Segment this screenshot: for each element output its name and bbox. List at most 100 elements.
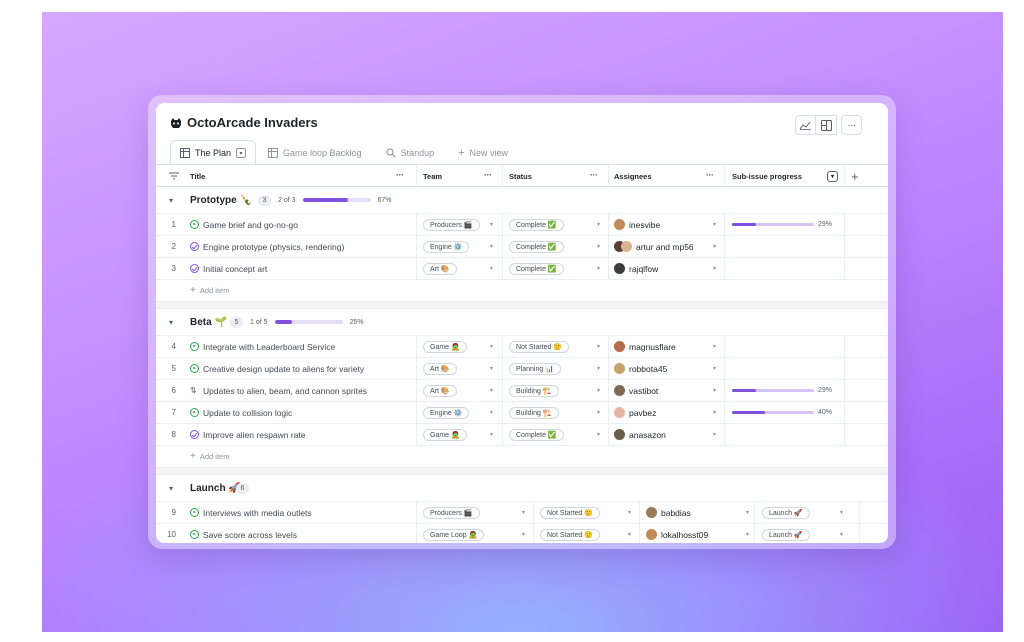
issue-title-cell[interactable]: ⇅ Updates to alien, beam, and cannon spri…: [190, 380, 367, 401]
issue-title[interactable]: Improve alien respawn rate: [203, 430, 306, 440]
team-cell[interactable]: Game Loop 🧟: [423, 524, 485, 543]
chevron-down-icon[interactable]: ▾: [169, 196, 173, 205]
chevron-down-icon[interactable]: ▾: [522, 531, 525, 538]
issue-title-cell[interactable]: Initial concept art: [190, 258, 267, 279]
chevron-down-icon[interactable]: ▾: [713, 365, 716, 372]
team-cell[interactable]: Art 🎨: [423, 258, 457, 279]
status-cell[interactable]: Complete ✅: [509, 258, 564, 279]
table-row[interactable]: 4 Integrate with Leaderboard Service Game …: [156, 335, 888, 358]
assignee-cell[interactable]: babdias: [646, 502, 691, 523]
milestone-cell[interactable]: Launch 🚀: [762, 524, 810, 543]
issue-title-cell[interactable]: Game brief and go-no-go: [190, 214, 298, 235]
column-menu-icon[interactable]: ···: [706, 170, 714, 180]
chevron-down-icon[interactable]: ▾: [713, 409, 716, 416]
status-cell[interactable]: Building 🏗️: [509, 380, 559, 401]
more-options-button[interactable]: ···: [841, 115, 862, 135]
column-menu-icon[interactable]: ···: [484, 170, 492, 180]
issue-title[interactable]: Update to collision logic: [203, 408, 292, 418]
chevron-down-icon[interactable]: ▾: [169, 318, 173, 327]
chevron-down-icon[interactable]: ▾: [597, 265, 600, 272]
add-item-button[interactable]: + Add item: [190, 445, 229, 467]
chevron-down-icon[interactable]: ▾: [597, 243, 600, 250]
chevron-down-icon[interactable]: ▾: [169, 484, 173, 493]
column-menu-icon[interactable]: ···: [396, 170, 404, 180]
chevron-down-icon[interactable]: ▾: [746, 509, 749, 516]
team-cell[interactable]: Engine ⚙️: [423, 402, 470, 423]
chevron-down-icon[interactable]: ▾: [490, 431, 493, 438]
status-cell[interactable]: Planning 📊: [509, 358, 561, 379]
chevron-down-icon[interactable]: ▾: [713, 265, 716, 272]
add-item-button[interactable]: + Add item: [190, 279, 229, 301]
team-cell[interactable]: Producers 🎬: [423, 502, 480, 523]
group-header[interactable]: ▾ Launch 🚀 6: [156, 475, 888, 501]
column-menu-icon[interactable]: ···: [590, 170, 598, 180]
assignee-cell[interactable]: robbota45: [614, 358, 667, 379]
chevron-down-icon[interactable]: ▾: [713, 343, 716, 350]
chevron-down-icon[interactable]: ▾: [490, 387, 493, 394]
issue-title[interactable]: Updates to alien, beam, and cannon sprit…: [203, 386, 367, 396]
chevron-down-icon[interactable]: ▾: [713, 243, 716, 250]
chevron-down-icon[interactable]: ▾: [840, 509, 843, 516]
team-cell[interactable]: Engine ⚙️: [423, 236, 470, 257]
chevron-down-icon[interactable]: ▾: [840, 531, 843, 538]
status-cell[interactable]: Not Started 🙂: [540, 524, 601, 543]
team-cell[interactable]: Art 🎨: [423, 380, 457, 401]
chevron-down-icon[interactable]: ▾: [490, 409, 493, 416]
add-field-button[interactable]: +: [851, 165, 859, 187]
assignee-cell[interactable]: inesvibe: [614, 214, 660, 235]
chevron-down-icon[interactable]: ▾: [490, 343, 493, 350]
issue-title-cell[interactable]: Integrate with Leaderboard Service: [190, 336, 335, 357]
tab-the-plan[interactable]: The Plan ▾: [170, 140, 257, 165]
column-sub-issue-progress[interactable]: Sub-issue progress: [732, 165, 802, 187]
table-row[interactable]: 3 Initial concept art Art 🎨 ▾ Complete ✅ ▾ raj…: [156, 257, 888, 280]
chevron-down-icon[interactable]: ▾: [522, 509, 525, 516]
chevron-down-icon[interactable]: ▾: [597, 431, 600, 438]
tab-game-loop-backlog[interactable]: Game loop Backlog: [256, 141, 374, 165]
assignee-cell[interactable]: magnusflare: [614, 336, 676, 357]
table-row[interactable]: 1 Game brief and go-no-go Producers 🎬 ▾ Comp…: [156, 213, 888, 236]
table-row[interactable]: 8 Improve alien respawn rate Game 🧟 ▾ Comple…: [156, 423, 888, 446]
column-title[interactable]: Title: [190, 165, 205, 187]
issue-title[interactable]: Initial concept art: [203, 264, 267, 274]
assignee-cell[interactable]: lokalhosst09: [646, 524, 708, 543]
issue-title[interactable]: Interviews with media outlets: [203, 508, 312, 518]
column-team[interactable]: Team: [423, 165, 442, 187]
milestone-cell[interactable]: Launch 🚀: [762, 502, 810, 523]
chevron-down-icon[interactable]: ▾: [597, 365, 600, 372]
table-row[interactable]: 9 Interviews with media outlets Producers …: [156, 501, 888, 524]
group-header[interactable]: ▾ Prototype 🍾 3 2 of 3 67%: [156, 187, 888, 213]
chevron-down-icon[interactable]: ▾: [628, 509, 631, 516]
issue-title[interactable]: Save score across levels: [203, 530, 297, 540]
chevron-down-icon[interactable]: ▾: [490, 365, 493, 372]
chevron-down-icon[interactable]: ▾: [713, 431, 716, 438]
issue-title-cell[interactable]: Improve alien respawn rate: [190, 424, 306, 445]
tab-new-view[interactable]: + New view: [446, 141, 520, 165]
chevron-down-icon[interactable]: ▾: [490, 243, 493, 250]
table-row[interactable]: 10 Save score across levels Game Loop 🧟 ▾ No…: [156, 523, 888, 543]
team-cell[interactable]: Producers 🎬: [423, 214, 480, 235]
chevron-down-icon[interactable]: ▾: [597, 221, 600, 228]
status-cell[interactable]: Complete ✅: [509, 236, 564, 257]
issue-title[interactable]: Creative design update to aliens for var…: [203, 364, 364, 374]
chevron-down-icon[interactable]: ▾: [597, 343, 600, 350]
table-row[interactable]: 2 Engine prototype (physics, rendering) En…: [156, 235, 888, 258]
chevron-down-icon[interactable]: ▾: [628, 531, 631, 538]
status-cell[interactable]: Building 🏗️: [509, 402, 559, 423]
issue-title-cell[interactable]: Engine prototype (physics, rendering): [190, 236, 344, 257]
chevron-down-icon[interactable]: ▾: [713, 221, 716, 228]
column-assignees[interactable]: Assignees: [614, 165, 652, 187]
filter-button[interactable]: [169, 165, 179, 187]
issue-title-cell[interactable]: Update to collision logic: [190, 402, 292, 423]
chevron-down-icon[interactable]: ▾: [490, 265, 493, 272]
view-options-icon[interactable]: ▾: [236, 148, 247, 158]
chevron-down-icon[interactable]: ▾: [490, 221, 493, 228]
team-cell[interactable]: Game 🧟: [423, 424, 467, 445]
assignee-cell[interactable]: vastibot: [614, 380, 658, 401]
assignee-cell[interactable]: pavbez: [614, 402, 656, 423]
table-row[interactable]: 6 ⇅ Updates to alien, beam, and cannon spr…: [156, 379, 888, 402]
status-cell[interactable]: Complete ✅: [509, 214, 564, 235]
assignee-cell[interactable]: rajqlfow: [614, 258, 658, 279]
assignee-cell[interactable]: artur and mp56: [614, 236, 694, 257]
chevron-down-icon[interactable]: ▾: [597, 409, 600, 416]
team-cell[interactable]: Game 🧟: [423, 336, 467, 357]
